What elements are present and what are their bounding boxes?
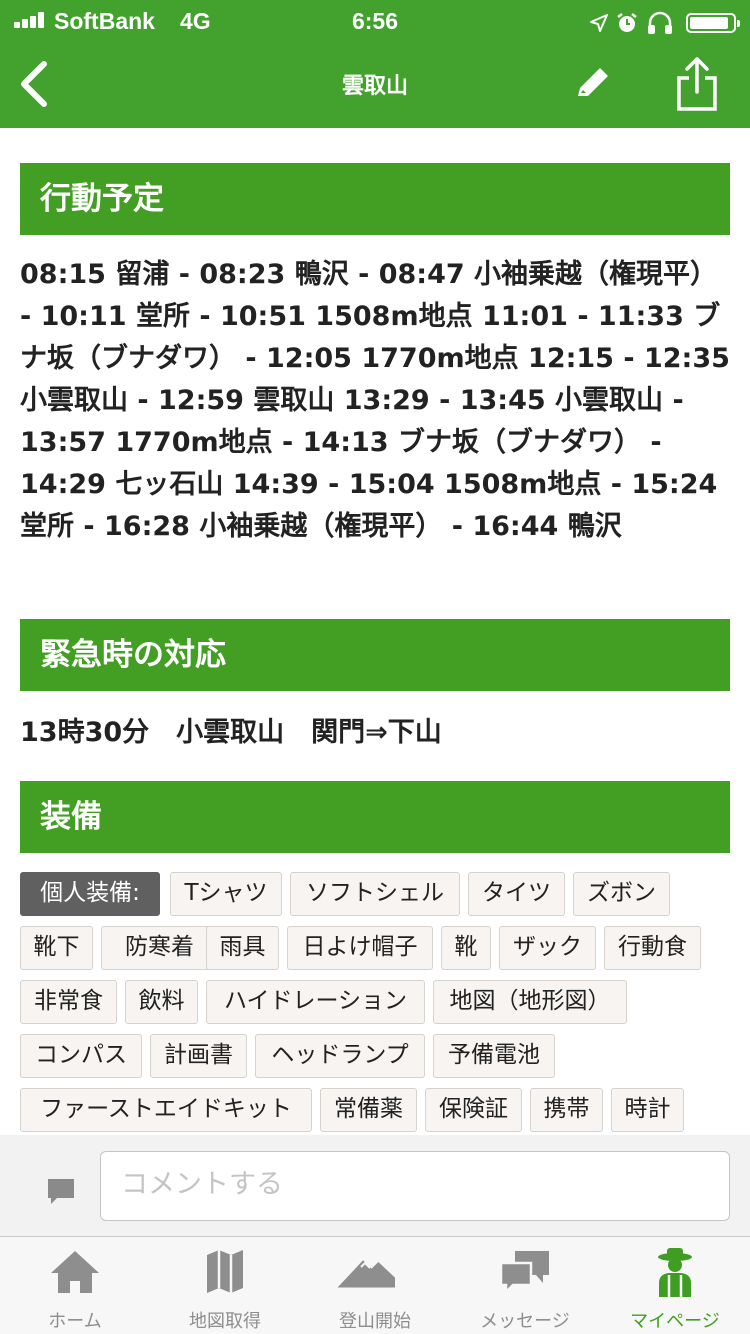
home-icon — [51, 1251, 99, 1293]
equipment-tag: 非常食 — [20, 980, 117, 1024]
tab-bar: ホーム 地図取得 登山開始 メッセージ マイページ — [0, 1237, 750, 1334]
tab-messages[interactable]: メッセージ — [450, 1237, 600, 1334]
equipment-tag: 靴 — [441, 926, 491, 970]
equipment-tag: ズボン — [573, 872, 670, 916]
status-icons — [589, 8, 740, 34]
equipment-category-label: 個人装備: — [20, 872, 160, 916]
emergency-response-text: 13時30分 小雲取山 関門⇒下山 — [20, 717, 442, 748]
tab-label: ホーム — [48, 1311, 102, 1332]
tab-label: マイページ — [630, 1311, 720, 1332]
tab-start-climb[interactable]: 登山開始 — [300, 1237, 450, 1334]
status-bar: SoftBank 4G 6:56 — [0, 0, 750, 40]
equipment-tag: 防寒着 — [101, 926, 218, 970]
tab-label: 地図取得 — [189, 1311, 261, 1332]
equipment-tag-list: 個人装備: Tシャツ ソフトシェル タイツ ズボン 靴下 防寒着 雨具 日よけ帽… — [20, 872, 730, 1135]
plan-detail-content[interactable]: 行動予定 08:15 留浦 - 08:23 鴨沢 - 08:47 小袖乗越（権現… — [0, 128, 750, 1135]
tab-home[interactable]: ホーム — [0, 1237, 150, 1334]
equipment-tag: 常備薬 — [320, 1088, 417, 1132]
tag-row: ファーストエイドキット 常備薬 保険証 携帯 時計 — [20, 1088, 730, 1135]
equipment-tag: タイツ — [468, 872, 565, 916]
equipment-tag: Tシャツ — [170, 872, 282, 916]
equipment-tag: ヘッドランプ — [255, 1034, 425, 1078]
location-arrow-icon — [589, 13, 608, 32]
tab-label: 登山開始 — [339, 1311, 411, 1332]
section-heading-emergency: 緊急時の対応 — [20, 619, 730, 691]
tab-label: メッセージ — [480, 1311, 570, 1332]
equipment-tag: 行動食 — [604, 926, 701, 970]
alarm-clock-icon — [617, 12, 637, 32]
page-title: 雲取山 — [341, 74, 408, 99]
section-heading-equipment: 装備 — [20, 781, 730, 853]
headphones-icon — [647, 11, 672, 34]
map-icon — [207, 1250, 243, 1293]
tag-row: コンパス 計画書 ヘッドランプ 予備電池 — [20, 1034, 730, 1088]
equipment-tag: ハイドレーション — [206, 980, 425, 1024]
comment-input[interactable]: コメントする — [100, 1151, 730, 1221]
equipment-tag: ファーストエイドキット — [20, 1088, 312, 1132]
equipment-tag: 雨具 — [206, 926, 279, 970]
chat-bubbles-icon — [499, 1251, 549, 1296]
equipment-tag: 計画書 — [150, 1034, 247, 1078]
equipment-tag: 地図（地形図） — [433, 980, 627, 1024]
tag-row: 非常食 飲料 ハイドレーション 地図（地形図） — [20, 980, 730, 1034]
equipment-tag: 保険証 — [425, 1088, 522, 1132]
equipment-tag: 携帯 — [530, 1088, 603, 1132]
equipment-tag: 予備電池 — [433, 1034, 555, 1078]
equipment-tag: 時計 — [611, 1088, 684, 1132]
equipment-tag: ソフトシェル — [290, 872, 460, 916]
equipment-tag: コンパス — [20, 1034, 142, 1078]
tab-map-download[interactable]: 地図取得 — [150, 1237, 300, 1334]
pencil-icon[interactable] — [570, 60, 616, 106]
mountain-icon — [337, 1260, 395, 1288]
equipment-tag: ザック — [499, 926, 596, 970]
equipment-tag: 靴下 — [20, 926, 93, 970]
equipment-tag: 飲料 — [125, 980, 198, 1024]
navigation-bar: 雲取山 — [0, 40, 750, 128]
tag-row: 個人装備: Tシャツ ソフトシェル タイツ ズボン — [20, 872, 730, 926]
battery-icon — [686, 12, 740, 33]
equipment-tag: 日よけ帽子 — [287, 926, 433, 970]
speech-bubble-icon — [48, 1179, 74, 1204]
section-heading-plan: 行動予定 — [20, 163, 730, 235]
share-icon[interactable] — [674, 56, 720, 112]
tag-row: 靴下 防寒着 雨具 日よけ帽子 靴 ザック 行動食 — [20, 926, 730, 980]
tab-my-page[interactable]: マイページ — [600, 1237, 750, 1334]
hiker-icon — [658, 1248, 692, 1297]
plan-schedule-text: 08:15 留浦 - 08:23 鴨沢 - 08:47 小袖乗越（権現平） - … — [20, 259, 730, 542]
comment-bar: コメントする — [0, 1135, 750, 1237]
